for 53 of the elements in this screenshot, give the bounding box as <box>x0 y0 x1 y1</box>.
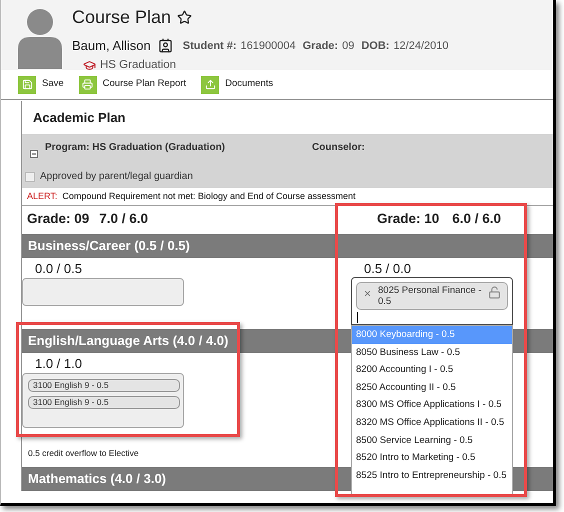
dropdown-option[interactable]: 8525 Intro to Entrepreneurship - 0.5 <box>352 466 512 484</box>
dropdown-option[interactable]: 8300 MS Office Applications I - 0.5 <box>352 396 512 414</box>
save-icon <box>18 76 36 94</box>
unlocked-lock-icon[interactable] <box>488 286 501 299</box>
toolbar-button[interactable]: Course Plan Report <box>78 76 186 94</box>
student-number: 161900004 <box>240 38 296 54</box>
course-chip[interactable]: 3100 English 9 - 0.5 <box>28 396 180 409</box>
course-chip[interactable]: 8025 Personal Finance - 0.5 <box>356 282 508 310</box>
grade-heading: Grade: 09 <box>27 210 90 228</box>
approval-checkbox[interactable] <box>25 172 35 182</box>
grade-value: 09 <box>342 38 354 54</box>
credit-total: 0.0 / 0.5 <box>35 261 82 277</box>
grade-credits: 6.0 / 6.0 <box>452 210 502 228</box>
upload-icon <box>201 76 220 94</box>
course-chip[interactable]: 3100 English 9 - 0.5 <box>28 379 180 392</box>
collapse-button[interactable] <box>30 150 38 158</box>
program-name: HS Graduation <box>100 58 176 72</box>
dropdown-option[interactable]: 8200 Accounting I - 0.5 <box>352 361 512 379</box>
section-title: Academic Plan <box>32 109 126 127</box>
dob-value: 12/24/2010 <box>393 38 448 54</box>
remove-icon[interactable] <box>363 289 372 298</box>
avatar-icon <box>18 7 62 69</box>
text-cursor <box>357 312 358 323</box>
dropdown-option[interactable]: 8500 Service Learning - 0.5 <box>352 432 512 450</box>
approval-label: Approved by parent/legal guardian <box>40 170 193 184</box>
grade-label: Grade: <box>302 38 338 54</box>
category-header: Business/Career (0.5 / 0.5) <box>22 234 553 258</box>
student-number-label: Student #: <box>182 38 237 54</box>
course-label: 8025 Personal Finance - 0.5 <box>378 285 482 307</box>
counselor-label: Counselor: <box>312 141 365 155</box>
course-select[interactable]: 8025 Personal Finance - 0.5 <box>351 277 513 325</box>
dob-label: DOB: <box>361 38 390 54</box>
course-box[interactable]: 3100 English 9 - 0.5 3100 English 9 - 0.5 <box>22 373 184 428</box>
page-title: Course Plan <box>72 6 172 29</box>
student-name: Baum, Allison <box>72 37 151 55</box>
credit-total: 0.5 / 0.0 <box>364 261 411 277</box>
alert-message: Compound Requirement not met: Biology and End of Course assessment <box>62 190 356 203</box>
toolbar-button[interactable]: Documents <box>201 76 274 94</box>
credit-total: 1.0 / 1.0 <box>35 356 82 372</box>
contact-card-icon[interactable] <box>158 38 173 54</box>
grade-heading: Grade: 10 <box>377 210 440 228</box>
alert-label: ALERT: <box>27 190 58 203</box>
star-icon[interactable] <box>177 10 192 25</box>
dropdown-option[interactable]: 8320 MS Office Applications II - 0.5 <box>352 414 512 432</box>
dropdown-option[interactable]: 8250 Accounting II - 0.5 <box>352 378 512 396</box>
print-icon <box>78 76 97 94</box>
graduation-cap-icon <box>83 58 96 72</box>
overflow-note: 0.5 credit overflow to Elective <box>28 447 139 460</box>
dropdown-option[interactable]: 8520 Intro to Marketing - 0.5 <box>352 449 512 467</box>
minus-icon <box>31 151 37 157</box>
toolbar-button[interactable]: Save <box>18 76 64 94</box>
program-label: Program: HS Graduation (Graduation) <box>45 141 226 155</box>
grade-credits: 7.0 / 6.0 <box>99 210 148 228</box>
